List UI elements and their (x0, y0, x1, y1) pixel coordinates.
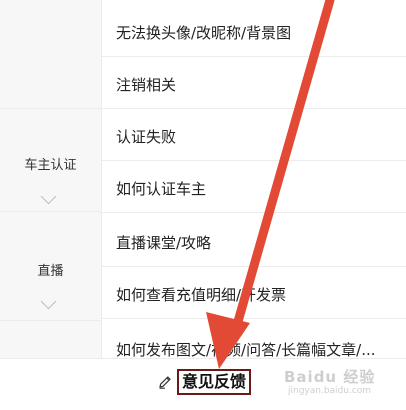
faq-item[interactable]: 如何认证车主 (102, 161, 406, 213)
faq-item[interactable]: 注销相关 (102, 57, 406, 109)
faq-item[interactable]: 直播课堂/攻略 (102, 215, 406, 267)
faq-item-label: 如何查看充值明细/开发票 (116, 286, 287, 304)
chevron-down-icon[interactable] (40, 293, 57, 310)
feedback-button[interactable]: 意见反馈 (157, 369, 252, 395)
faq-item-label: 直播课堂/攻略 (116, 234, 212, 252)
feedback-label: 意见反馈 (177, 369, 252, 395)
faq-item[interactable]: 无法换头像/改昵称/背景图 (102, 5, 406, 57)
faq-item[interactable]: 认证失败 (102, 109, 406, 161)
pencil-icon (159, 376, 171, 389)
faq-item[interactable]: 如何发布图文/视频/问答/长篇幅文章/... (102, 322, 406, 358)
sidebar-item-live[interactable]: 直播 (0, 260, 101, 279)
watermark-brand: Baidu 经验 (284, 368, 376, 386)
faq-item-label: 认证失败 (116, 128, 177, 146)
category-sidebar: 车主认证 直播 (0, 0, 102, 358)
sidebar-divider (0, 320, 101, 321)
watermark-url: jingyan.baidu.com (288, 386, 372, 396)
faq-list: 无法换头像/改昵称/背景图 注销相关 认证失败 如何认证车主 直播课堂/攻略 如… (102, 0, 406, 358)
faq-item-label: 注销相关 (116, 76, 177, 94)
faq-item-label: 如何发布图文/视频/问答/长篇幅文章/... (116, 341, 376, 358)
sidebar-divider (0, 211, 101, 212)
faq-item-label: 无法换头像/改昵称/背景图 (116, 24, 292, 42)
sidebar-divider (0, 108, 101, 109)
faq-item[interactable]: 如何查看充值明细/开发票 (102, 267, 406, 319)
chevron-down-icon[interactable] (40, 188, 57, 205)
sidebar-item-car-owner-certification[interactable]: 车主认证 (0, 154, 101, 173)
faq-item-label: 如何认证车主 (116, 180, 207, 198)
